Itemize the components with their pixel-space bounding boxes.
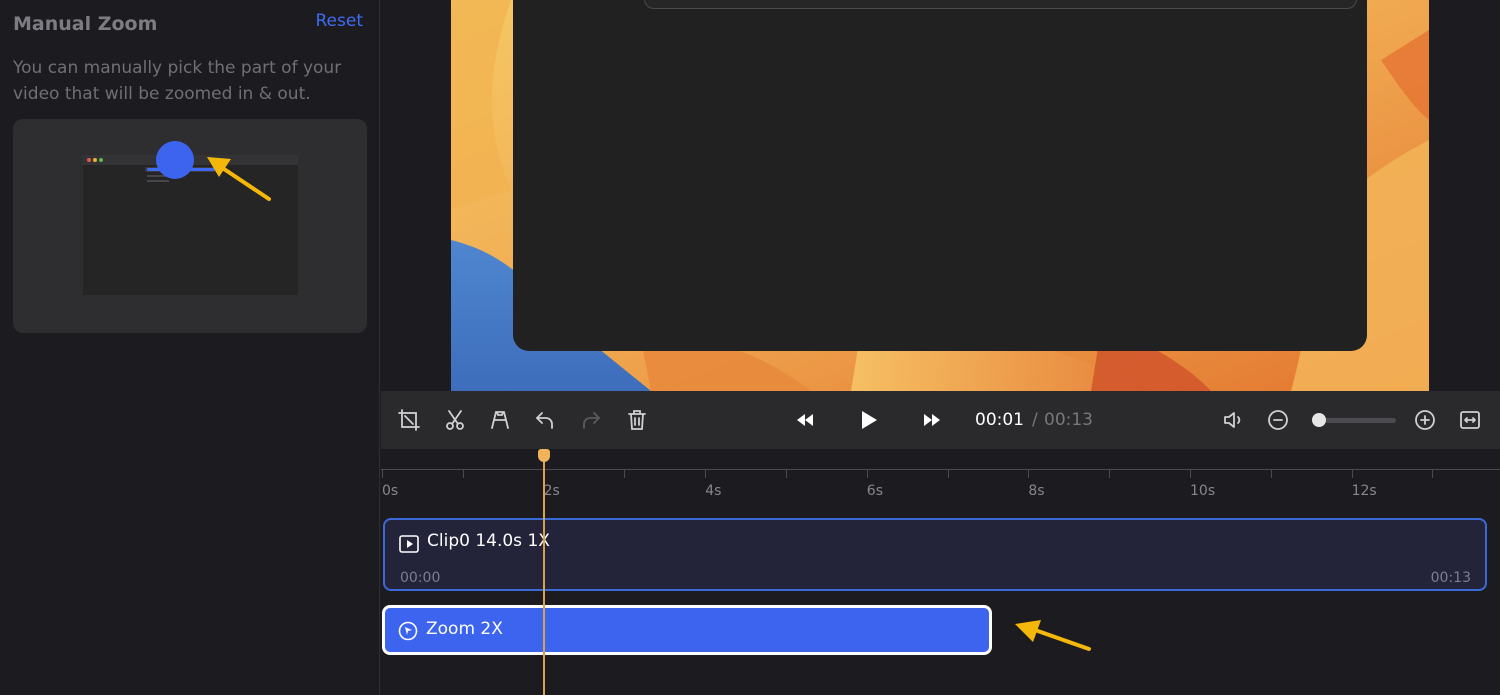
delete-icon: [628, 410, 646, 430]
zoom-cursor-icon: [398, 621, 418, 641]
cut-icon: [446, 410, 464, 430]
clip-end-time: 00:13: [1430, 570, 1471, 586]
zoom-segment-label: Zoom 2X: [426, 619, 503, 639]
annotation-arrow-icon: [1015, 620, 1091, 651]
ruler-tick: [947, 469, 949, 478]
crop-button[interactable]: [396, 407, 422, 433]
video-clip-track[interactable]: Clip0 14.0s 1X 00:00 00:13: [383, 518, 1487, 591]
fit-width-button[interactable]: [1457, 407, 1483, 433]
total-time: 00:13: [1044, 410, 1093, 430]
ruler-tick: [705, 469, 707, 478]
recorded-search-bar: [644, 0, 1357, 9]
speed-button[interactable]: [487, 407, 513, 433]
redo-button[interactable]: [578, 407, 604, 433]
rewind-button[interactable]: [792, 407, 818, 433]
manual-zoom-panel: Manual Zoom Reset You can manually pick …: [0, 0, 380, 695]
ruler-tick: [1028, 469, 1030, 478]
delete-button[interactable]: [624, 407, 650, 433]
panel-description: You can manually pick the part of your v…: [13, 58, 342, 104]
reset-button[interactable]: Reset: [316, 11, 364, 31]
fast-forward-button[interactable]: [919, 407, 945, 433]
ruler-tick: [624, 469, 626, 478]
ruler-tick-label: 10s: [1190, 483, 1216, 499]
zoom-preview[interactable]: [13, 119, 367, 333]
zoom-in-icon: [1415, 410, 1435, 430]
ruler-tick: [1109, 469, 1111, 478]
annotation-arrow-icon: [207, 157, 271, 201]
clip-start-time: 00:00: [400, 570, 441, 586]
slider-knob[interactable]: [1312, 413, 1326, 427]
timeline-zoom-slider[interactable]: [1308, 410, 1396, 430]
ruler-tick: [1432, 469, 1434, 478]
cut-button[interactable]: [442, 407, 468, 433]
panel-title: Manual Zoom: [13, 13, 158, 35]
ruler-tick-label: 2s: [543, 483, 560, 499]
fast-forward-icon: [924, 414, 940, 426]
ruler-tick-label: 4s: [705, 483, 722, 499]
ruler-tick-label: 0s: [382, 483, 399, 499]
rewind-icon: [797, 414, 813, 426]
volume-icon: [1224, 412, 1241, 428]
crop-icon: [398, 409, 420, 431]
recorded-app-window: [513, 0, 1367, 351]
time-ruler: [381, 469, 1500, 470]
timeline[interactable]: 0s 2s 4s 6s 8s 10s 12s Clip0 14.0s 1X 00:00 00…: [381, 449, 1500, 695]
current-time: 00:01: [975, 410, 1024, 430]
editor-toolbar: 00:01 / 00:13: [381, 391, 1500, 449]
video-clip-icon: [399, 535, 419, 553]
ruler-tick: [1190, 469, 1191, 478]
ruler-tick: [1270, 469, 1272, 478]
zoom-segment[interactable]: Zoom 2X: [382, 605, 992, 655]
redo-icon: [583, 412, 600, 429]
zoom-in-button[interactable]: [1412, 407, 1438, 433]
time-separator: /: [1032, 410, 1038, 430]
video-wallpaper: [451, 0, 1429, 391]
playhead-line: [542, 449, 545, 695]
fit-width-icon: [1460, 411, 1480, 429]
play-icon: [862, 411, 877, 429]
volume-button[interactable]: [1220, 407, 1246, 433]
undo-button[interactable]: [532, 407, 558, 433]
clip-label: Clip0 14.0s 1X: [427, 531, 550, 551]
undo-icon: [536, 412, 553, 429]
ruler-tick-label: 6s: [866, 483, 883, 499]
ruler-tick-label: 12s: [1351, 483, 1377, 499]
ruler-tick-label: 8s: [1028, 483, 1045, 499]
ruler-tick: [462, 469, 464, 478]
ruler-tick: [866, 469, 868, 478]
playhead-handle[interactable]: [537, 449, 550, 462]
ruler-tick: [1351, 469, 1353, 478]
video-canvas: [381, 0, 1500, 391]
zoom-out-button[interactable]: [1265, 407, 1291, 433]
speed-icon: [491, 411, 509, 429]
play-button[interactable]: [855, 407, 881, 433]
ruler-tick: [786, 469, 787, 478]
zoom-out-icon: [1268, 410, 1288, 430]
ruler-tick: [382, 469, 383, 478]
